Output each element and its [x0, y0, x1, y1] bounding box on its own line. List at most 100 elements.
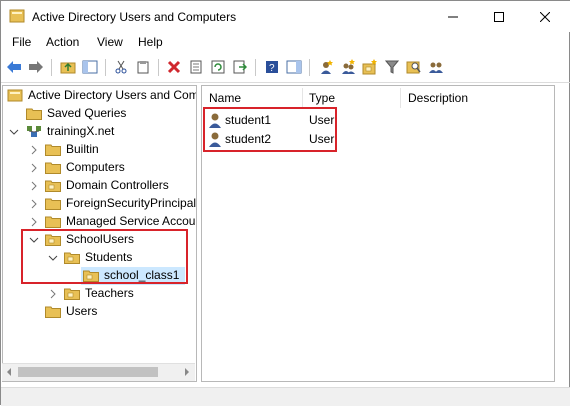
menu-help[interactable]: Help [137, 35, 164, 49]
folder-icon [45, 198, 61, 210]
status-bar [1, 387, 570, 406]
new-user-button[interactable] [317, 58, 335, 76]
properties-icon [190, 60, 202, 74]
tree-label: Managed Service Accoun [66, 214, 197, 228]
details-list-pane[interactable]: Name Type Description student1 User stud… [201, 85, 555, 382]
folder-up-icon [60, 62, 76, 74]
app-window: Active Directory Users and Computers Fil… [0, 0, 570, 406]
chevron-right-icon[interactable] [29, 163, 39, 173]
menu-bar: File Action View Help [1, 32, 570, 54]
help-book-icon: ? [266, 61, 278, 74]
user-type: User [309, 113, 335, 127]
tree-item-domain[interactable]: trainingX.net [3, 123, 196, 141]
scroll-right-icon[interactable] [183, 368, 191, 376]
new-ou-icon [362, 59, 377, 75]
tree-item-root[interactable]: Active Directory Users and Com [3, 87, 196, 105]
ou-folder-icon [64, 252, 80, 264]
tree-horizontal-scrollbar[interactable] [2, 363, 195, 381]
tree-item-students[interactable]: Students [3, 249, 196, 267]
scroll-left-icon[interactable] [5, 368, 13, 376]
refresh-button[interactable] [209, 58, 227, 76]
tree-item-builtin[interactable]: Builtin [3, 141, 196, 159]
add-to-group-button[interactable] [427, 58, 445, 76]
copy-button[interactable] [134, 58, 152, 76]
column-header-name[interactable]: Name [209, 88, 241, 108]
tree-item-saved-queries[interactable]: Saved Queries [3, 105, 196, 123]
export-list-button[interactable] [231, 58, 249, 76]
tree-item-school-class1[interactable]: school_class1 [3, 267, 196, 285]
folder-icon [45, 306, 61, 318]
ou-folder-icon [45, 234, 61, 246]
filter-button[interactable] [383, 58, 401, 76]
chevron-right-icon[interactable] [48, 289, 58, 299]
menu-action[interactable]: Action [45, 35, 80, 49]
column-header-type[interactable]: Type [309, 88, 335, 108]
list-item-student1[interactable]: student1 User [206, 111, 546, 129]
ou-folder-icon [64, 288, 80, 300]
ou-folder-icon [83, 270, 99, 282]
delete-button[interactable] [165, 58, 183, 76]
new-group-button[interactable] [339, 58, 357, 76]
new-ou-button[interactable] [361, 58, 379, 76]
filter-funnel-icon [385, 60, 399, 74]
tree-item-managed-service-accounts[interactable]: Managed Service Accoun [3, 213, 197, 231]
tree-item-computers[interactable]: Computers [3, 159, 196, 177]
chevron-right-icon[interactable] [29, 145, 39, 155]
show-action-pane-button[interactable] [285, 58, 303, 76]
find-button[interactable] [405, 58, 423, 76]
menu-view[interactable]: View [96, 35, 124, 49]
tree-label: Students [85, 250, 133, 264]
console-tree-pane[interactable]: Active Directory Users and Com Saved Que… [2, 85, 197, 382]
tree-item-foreign-security-principals[interactable]: ForeignSecurityPrincipals [3, 195, 196, 213]
back-button[interactable] [5, 58, 23, 76]
tree-label: trainingX.net [47, 124, 115, 138]
tree-item-teachers[interactable]: Teachers [3, 285, 196, 303]
chevron-right-icon[interactable] [29, 199, 39, 209]
tree-item-users[interactable]: Users [3, 303, 196, 321]
list-item-student2[interactable]: student2 User [206, 130, 546, 148]
show-console-tree-button[interactable] [81, 58, 99, 76]
scrollbar-thumb[interactable] [18, 367, 158, 377]
chevron-down-icon[interactable] [48, 253, 58, 263]
aduc-snapin-icon [7, 89, 23, 102]
chevron-right-icon[interactable] [29, 181, 39, 191]
chevron-right-icon[interactable] [29, 217, 39, 227]
user-type: User [309, 132, 335, 146]
forward-button[interactable] [27, 58, 45, 76]
close-icon [540, 11, 550, 22]
tree-item-domain-controllers[interactable]: Domain Controllers [3, 177, 196, 195]
minimize-icon [448, 16, 458, 17]
maximize-button[interactable] [476, 1, 522, 32]
close-button[interactable] [522, 1, 568, 32]
action-pane-icon [286, 60, 302, 74]
clipboard-icon [137, 61, 149, 74]
console-tree-icon [82, 60, 98, 74]
properties-button[interactable] [187, 58, 205, 76]
new-group-icon [342, 59, 355, 74]
svg-text:?: ? [269, 63, 275, 74]
user-name: student1 [225, 113, 272, 127]
folder-icon [26, 108, 42, 120]
up-level-button[interactable] [59, 58, 77, 76]
cut-button[interactable] [112, 58, 130, 76]
forward-arrow-icon [29, 61, 43, 73]
menu-file[interactable]: File [11, 35, 32, 49]
find-icon [406, 61, 421, 74]
chevron-down-icon[interactable] [9, 127, 19, 137]
user-name: student2 [225, 132, 272, 146]
tree-item-school-users[interactable]: SchoolUsers [3, 231, 196, 249]
aduc-app-icon [9, 9, 25, 23]
scissors-icon [115, 60, 127, 74]
tree-label: Builtin [66, 142, 99, 156]
minimize-button[interactable] [430, 1, 476, 32]
chevron-down-icon[interactable] [29, 235, 39, 245]
help-button[interactable]: ? [263, 58, 281, 76]
export-list-icon [233, 60, 247, 74]
refresh-icon [211, 60, 225, 74]
column-header-description[interactable]: Description [408, 88, 468, 108]
tree-label: school_class1 [104, 268, 180, 282]
window-title: Active Directory Users and Computers [32, 10, 237, 24]
ou-folder-icon [45, 180, 61, 192]
folder-icon [45, 144, 61, 156]
tree-label: Saved Queries [47, 106, 127, 120]
